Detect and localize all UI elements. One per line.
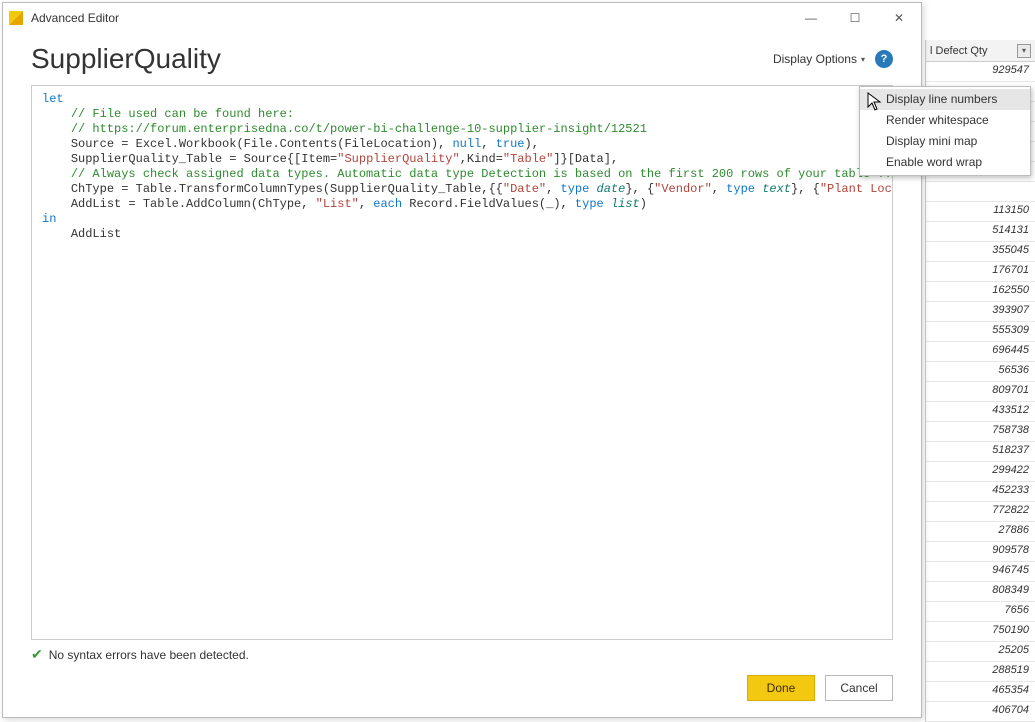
help-icon[interactable]: ? [875, 50, 893, 68]
table-row: 750190 [926, 622, 1035, 642]
table-row: 299422 [926, 462, 1035, 482]
table-row: 393907 [926, 302, 1035, 322]
table-row: 514131 [926, 222, 1035, 242]
table-row: 288519 [926, 662, 1035, 682]
column-dropdown-icon[interactable]: ▾ [1017, 44, 1031, 58]
code-content[interactable]: let // File used can be found here: // h… [32, 86, 892, 639]
column-header-label: l Defect Qty [930, 45, 987, 57]
menu-item-line-numbers[interactable]: Display line numbers [860, 89, 1030, 110]
table-row: 27886 [926, 522, 1035, 542]
table-row: 929547 [926, 62, 1035, 82]
table-row: 56536 [926, 362, 1035, 382]
dialog-header: SupplierQuality Display Options ▾ ? [3, 33, 921, 81]
check-icon: ✔ [31, 646, 43, 663]
close-button[interactable]: ✕ [877, 3, 921, 33]
table-row: 7656 [926, 602, 1035, 622]
table-row: 25205 [926, 642, 1035, 662]
code-editor[interactable]: let // File used can be found here: // h… [31, 85, 893, 640]
display-options-button[interactable]: Display Options ▾ [773, 52, 865, 66]
table-row: 909578 [926, 542, 1035, 562]
table-row: 808349 [926, 582, 1035, 602]
table-row: 946745 [926, 562, 1035, 582]
maximize-button[interactable]: ☐ [833, 3, 877, 33]
table-row: 433512 [926, 402, 1035, 422]
window-controls: — ☐ ✕ [789, 3, 921, 33]
menu-item-render-whitespace[interactable]: Render whitespace [860, 110, 1030, 131]
query-name: SupplierQuality [31, 43, 221, 75]
table-row: 696445 [926, 342, 1035, 362]
table-row: 113150 [926, 202, 1035, 222]
done-button[interactable]: Done [747, 675, 815, 701]
cancel-button[interactable]: Cancel [825, 675, 893, 701]
table-row: 452233 [926, 482, 1035, 502]
display-options-menu: Display line numbers Render whitespace D… [859, 86, 1031, 176]
table-row: 465354 [926, 682, 1035, 702]
table-row: 162550 [926, 282, 1035, 302]
status-text: No syntax errors have been detected. [49, 648, 249, 662]
table-row: 176701 [926, 262, 1035, 282]
status-line: ✔ No syntax errors have been detected. [31, 646, 893, 663]
menu-item-mini-map[interactable]: Display mini map [860, 131, 1030, 152]
table-row: 555309 [926, 322, 1035, 342]
caret-down-icon: ▾ [861, 55, 865, 64]
app-icon [9, 11, 23, 25]
table-row: 355045 [926, 242, 1035, 262]
titlebar: Advanced Editor — ☐ ✕ [3, 3, 921, 33]
table-row: 809701 [926, 382, 1035, 402]
minimize-button[interactable]: — [789, 3, 833, 33]
column-header[interactable]: l Defect Qty ▾ [926, 40, 1035, 62]
advanced-editor-dialog: Advanced Editor — ☐ ✕ SupplierQuality Di… [2, 2, 922, 718]
table-row: 518237 [926, 442, 1035, 462]
table-row [926, 182, 1035, 202]
table-row: 772822 [926, 502, 1035, 522]
menu-item-word-wrap[interactable]: Enable word wrap [860, 152, 1030, 173]
window-title: Advanced Editor [31, 11, 119, 25]
table-row: 758738 [926, 422, 1035, 442]
table-row: 406704 [926, 702, 1035, 722]
display-options-label: Display Options [773, 52, 857, 66]
dialog-footer: Done Cancel [3, 663, 921, 717]
